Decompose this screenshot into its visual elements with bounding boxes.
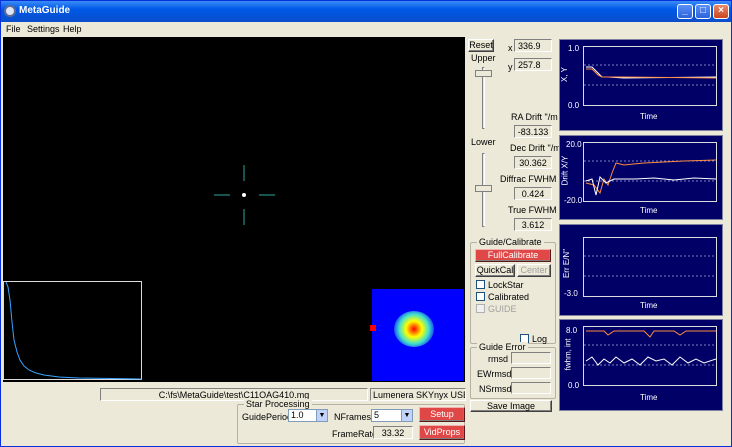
- dec-drift-value: 30.362: [514, 156, 552, 169]
- save-image-button[interactable]: Save Image: [470, 400, 552, 412]
- plot-drift-xlabel: Time: [640, 206, 658, 215]
- ra-drift-value: -83.133: [514, 125, 552, 138]
- plot-fwhm-xlabel: Time: [640, 393, 658, 402]
- star-processing-title: Star Processing: [244, 399, 312, 409]
- dec-drift-label: Dec Drift "/m: [510, 143, 561, 153]
- plot-fwhm-ymin: 0.0: [568, 381, 580, 390]
- plot-fwhm-traces: [584, 330, 717, 366]
- log-label: Log: [532, 334, 548, 344]
- maximize-button[interactable]: □: [695, 4, 711, 19]
- nframes-label: NFrames: [334, 412, 372, 422]
- plot-err: -3.0 Err E/N" Time: [559, 224, 723, 316]
- menu-file[interactable]: File: [6, 24, 21, 34]
- guideperiod-value: 1.0: [291, 410, 304, 420]
- plot-xy-frame: [583, 46, 717, 106]
- y-value: 257.8: [514, 58, 552, 71]
- guide-error-title: Guide Error: [477, 342, 528, 352]
- app-icon: [4, 5, 16, 17]
- guide-calibrate-title: Guide/Calibrate: [477, 237, 544, 247]
- diffrac-label: Diffrac FWHM ": [500, 174, 563, 184]
- main-window: MetaGuide _ □ × File Settings Help C:\fs…: [0, 0, 732, 447]
- quickcal-button[interactable]: QuickCal: [475, 264, 515, 277]
- upper-slider-thumb[interactable]: [475, 70, 492, 77]
- vidprops-button[interactable]: VidProps: [419, 425, 465, 440]
- plot-xy-traces: [584, 64, 717, 86]
- plot-drift: 20.0 -20.0 Drift X/Y Time: [559, 135, 723, 220]
- filepath-field: C:\fs\MetaGuide\test\C11OAG410.mg: [100, 388, 368, 401]
- menu-settings[interactable]: Settings: [27, 24, 60, 34]
- fullcalibrate-button[interactable]: FullCalibrate: [475, 249, 551, 262]
- title-bar[interactable]: MetaGuide _ □ ×: [1, 1, 731, 22]
- chevron-down-icon[interactable]: ▼: [316, 410, 327, 421]
- minimize-button[interactable]: _: [677, 4, 693, 19]
- plot-drift-traces: [584, 159, 717, 196]
- ewrmsd-value: [511, 367, 551, 379]
- plot-err-xlabel: Time: [640, 301, 658, 310]
- guide-checkbox[interactable]: [476, 304, 485, 313]
- camera-field: Lumenera SKYnyx USB 2.0 C: [370, 388, 466, 401]
- plot-fwhm-ymax: 8.0: [566, 326, 578, 335]
- x-value: 336.9: [514, 39, 552, 52]
- nsrmsd-label: NSrmsd: [479, 384, 512, 394]
- lockstar-checkbox[interactable]: [476, 280, 485, 289]
- center-button[interactable]: Center: [517, 264, 551, 277]
- plot-fwhm-ylabel: fwhm, int: [563, 338, 573, 371]
- guide-label: GUIDE: [488, 304, 517, 314]
- reset-button[interactable]: Reset: [468, 39, 494, 52]
- framerate-label: FrameRate: [332, 429, 378, 439]
- rmsd-value: [511, 352, 551, 364]
- plot-fwhm: 8.0 0.0 fwhm, int Time: [559, 319, 723, 411]
- plot-xy-ymin: 0.0: [568, 101, 580, 110]
- true-fwhm-value: 3.612: [514, 218, 552, 231]
- setup-button[interactable]: Setup: [419, 407, 465, 422]
- calibrated-label: Calibrated: [488, 292, 530, 302]
- plot-err-ylabel: Err E/N": [562, 248, 572, 279]
- nframes-value: 5: [374, 410, 380, 420]
- lockstar-label: LockStar: [488, 280, 524, 290]
- ewrmsd-label: EWrmsd: [477, 369, 512, 379]
- histogram: [3, 281, 143, 380]
- plot-drift-ymin: -20.0: [564, 196, 583, 205]
- plot-drift-frame: [583, 142, 717, 202]
- plot-err-ymin: -3.0: [564, 289, 578, 298]
- upper-label: Upper: [471, 53, 496, 63]
- nframes-select[interactable]: 5 ▼: [371, 409, 413, 422]
- calibrated-checkbox[interactable]: [476, 292, 485, 301]
- lower-label: Lower: [471, 137, 496, 147]
- plot-xy-xlabel: Time: [640, 112, 658, 121]
- framerate-value: 33.32: [373, 426, 413, 439]
- plot-fwhm-frame: [583, 326, 717, 386]
- histogram-curve: [5, 281, 143, 380]
- plot-xy-ymax: 1.0: [568, 44, 580, 53]
- plot-xy: 1.0 0.0 X, Y Time: [559, 39, 723, 131]
- window-title: MetaGuide: [19, 5, 71, 16]
- guideperiod-select[interactable]: 1.0 ▼: [288, 409, 328, 422]
- plot-xy-ylabel: X, Y: [559, 67, 569, 82]
- menu-help[interactable]: Help: [63, 24, 82, 34]
- diffrac-value: 0.424: [514, 187, 552, 200]
- guideperiod-label: GuidePeriod: [242, 412, 293, 422]
- true-fwhm-label: True FWHM ": [508, 205, 563, 215]
- plot-err-traces: [584, 255, 716, 277]
- star-closeup: [370, 289, 464, 381]
- rmsd-label: rmsd: [488, 354, 508, 364]
- close-button[interactable]: ×: [713, 4, 729, 19]
- x-label: x: [508, 43, 513, 53]
- plot-drift-ymax: 20.0: [566, 140, 582, 149]
- plot-err-frame: [583, 237, 717, 297]
- menu-bar: File Settings Help: [1, 22, 731, 36]
- y-label: y: [508, 62, 513, 72]
- plot-drift-ylabel: Drift X/Y: [560, 155, 570, 186]
- lower-slider-thumb[interactable]: [475, 185, 492, 192]
- chevron-down-icon[interactable]: ▼: [401, 410, 412, 421]
- nsrmsd-value: [511, 382, 551, 394]
- ra-drift-label: RA Drift "/m: [511, 112, 558, 122]
- video-view[interactable]: [3, 37, 465, 382]
